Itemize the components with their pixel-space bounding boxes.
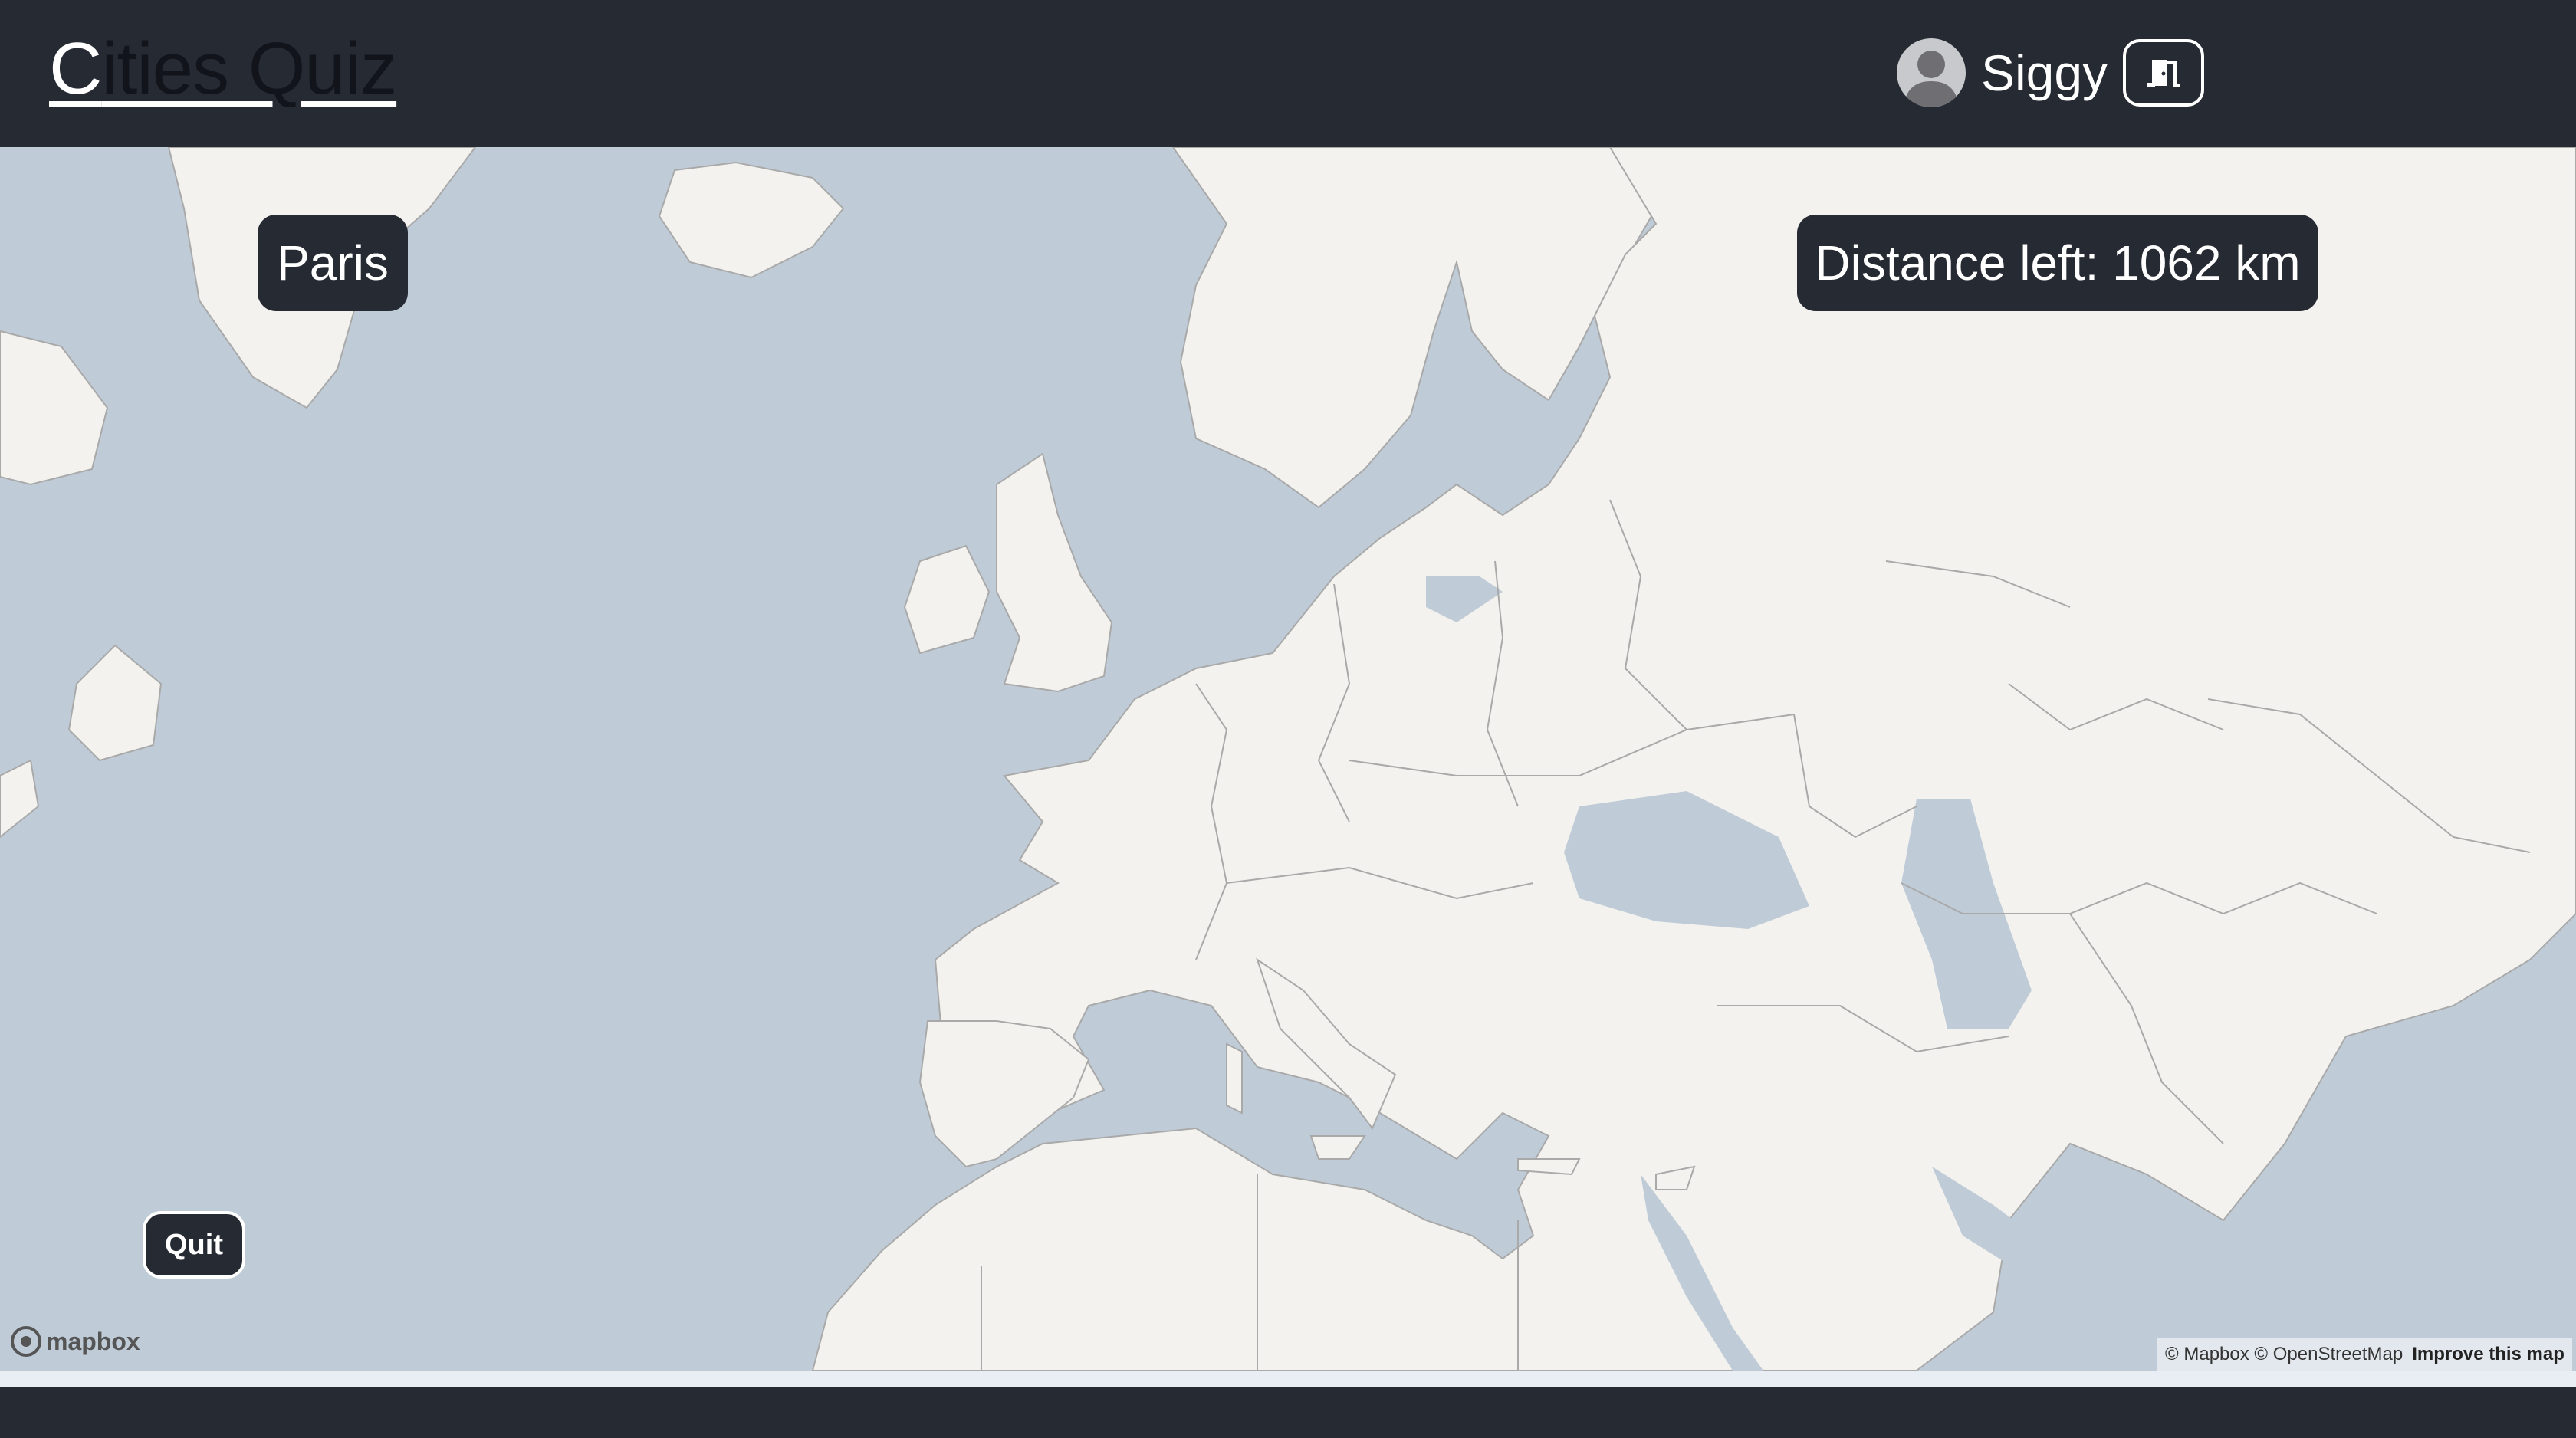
app-title-initial: C	[49, 28, 102, 110]
user-name: Siggy	[1981, 44, 2108, 101]
mapbox-logo-text: mapbox	[46, 1327, 140, 1355]
improve-map-link[interactable]: Improve this map	[2412, 1344, 2564, 1365]
logout-button[interactable]	[2123, 39, 2205, 107]
mapbox-logo[interactable]: mapbox	[11, 1326, 140, 1357]
mapbox-logo-icon	[11, 1326, 41, 1357]
avatar[interactable]	[1897, 38, 1966, 107]
attribution-text[interactable]: © Mapbox © OpenStreetMap	[2165, 1344, 2403, 1365]
target-city-label: Paris	[258, 215, 408, 311]
world-map[interactable]	[0, 147, 2576, 1371]
app-header: Cities Quiz Siggy	[0, 0, 2576, 147]
app-title[interactable]: Cities Quiz	[49, 28, 397, 110]
user-menu: Siggy	[1897, 38, 2205, 107]
door-exit-icon	[2147, 60, 2180, 87]
user-silhouette-icon	[1903, 51, 1960, 107]
map-bottom-strip	[0, 1371, 2576, 1387]
quit-button[interactable]: Quit	[143, 1211, 245, 1279]
page-footer	[0, 1387, 2576, 1438]
app-title-rest: ities Quiz	[101, 28, 397, 110]
map-attribution: © Mapbox © OpenStreetMap Improve this ma…	[2157, 1338, 2572, 1371]
distance-left-label: Distance left: 1062 km	[1797, 215, 2318, 311]
map-canvas	[0, 147, 2576, 1371]
